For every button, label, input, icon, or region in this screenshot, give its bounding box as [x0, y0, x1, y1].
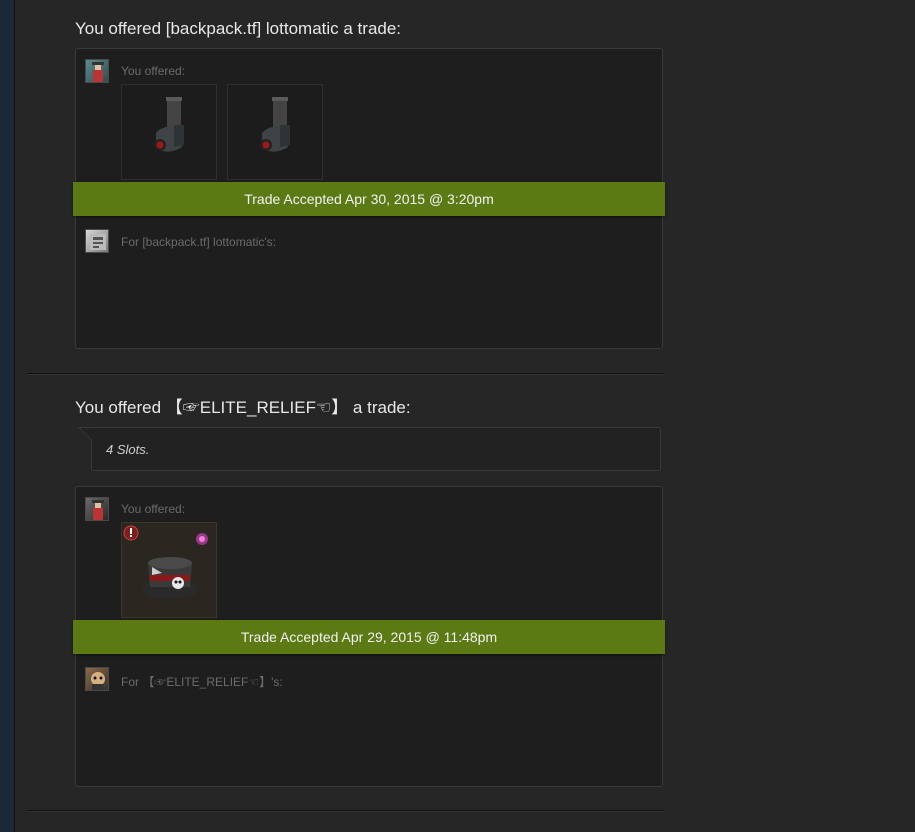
trade-comment: 4 Slots. — [78, 427, 661, 471]
trade-offer-1: You offered [backpack.tf] lottomatic a t… — [73, 19, 665, 349]
unusual-hat-item-icon — [123, 525, 208, 599]
for-partner-label: For 【☞ELITE_RELIEF☜】's: — [121, 675, 283, 689]
partner-avatar[interactable] — [85, 229, 109, 253]
trade-offer-box: You offered: Trade Accepted Apr 29, 2015… — [73, 486, 665, 787]
trade-status-bar: Trade Accepted Apr 30, 2015 @ 3:20pm — [73, 182, 665, 216]
trade-offer-box: You offered: Trade Accepted Apr 30, 2015… — [73, 48, 665, 349]
trade-divider — [27, 373, 663, 375]
trade-comment-text: 4 Slots. — [106, 442, 150, 457]
boot-item-icon — [260, 97, 290, 152]
trade-offer-title: You offered 【☞ELITE_RELIEF☜】 a trade: — [75, 398, 411, 417]
trade-status-bar: Trade Accepted Apr 29, 2015 @ 11:48pm — [73, 620, 665, 654]
trade-item[interactable] — [227, 84, 323, 180]
left-rail-edge — [14, 0, 15, 832]
trade-item[interactable] — [121, 522, 217, 618]
you-offered-label: You offered: — [121, 64, 186, 78]
comment-tail-inner — [80, 428, 92, 440]
trade-item[interactable] — [121, 84, 217, 180]
my-avatar[interactable] — [85, 497, 109, 521]
for-partner-label: For [backpack.tf] lottomatic's: — [121, 235, 277, 249]
boot-item-icon — [154, 97, 184, 152]
left-rail — [0, 0, 14, 832]
trade-offer-title: You offered [backpack.tf] lottomatic a t… — [75, 19, 402, 38]
partner-avatar[interactable] — [85, 667, 109, 691]
you-offered-label: You offered: — [121, 502, 186, 516]
my-avatar[interactable] — [85, 59, 109, 83]
trade-offer-2: You offered 【☞ELITE_RELIEF☜】 a trade: 4 … — [73, 398, 665, 787]
trade-divider — [27, 810, 663, 812]
